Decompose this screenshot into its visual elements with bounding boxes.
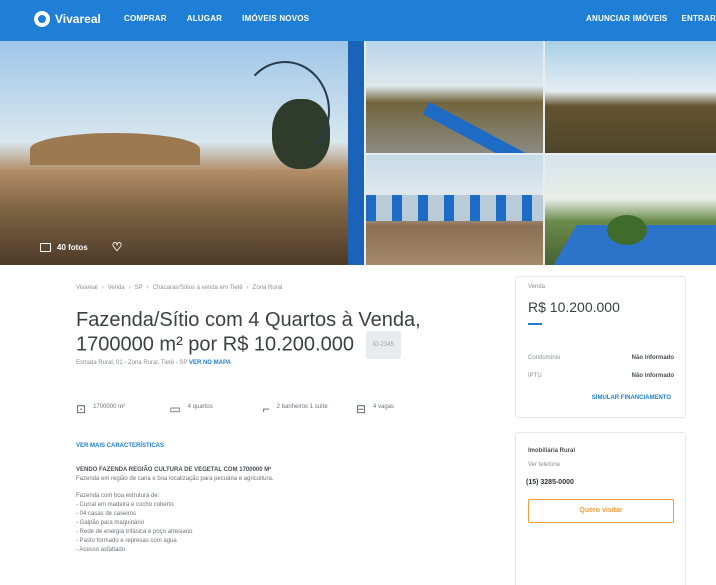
description-line: - Rede de energia trifásica e poço artes…: [76, 529, 193, 535]
description: VENDO FAZENDA REGIÃO CULTURA DE VEGETAL …: [76, 466, 376, 555]
breadcrumb-item[interactable]: Vivareal: [76, 285, 98, 291]
map-link[interactable]: VER NO MAPA: [189, 360, 231, 366]
gallery-thumb-2[interactable]: [545, 41, 716, 153]
description-line: - Curral em madeira e cocho coberto: [76, 502, 174, 508]
more-details-link[interactable]: VER MAIS CARACTERÍSTICAS: [76, 443, 164, 449]
description-line: - Acesso asfaltado: [76, 547, 126, 553]
visit-button[interactable]: Quero visitar: [528, 499, 674, 523]
photo-gallery[interactable]: 40 fotos ♡: [0, 41, 716, 265]
main-photo[interactable]: [0, 41, 348, 265]
railing-shape: [422, 101, 536, 153]
price-row-value: Não informado: [631, 373, 674, 379]
breadcrumb: Vivareal › Venda › SP › Chácaras/Sítios à v…: [76, 285, 282, 291]
breadcrumb-sep: ›: [128, 285, 131, 291]
photo-count-button[interactable]: 40 fotos: [57, 243, 88, 252]
feature-area: ⊡ 1700000 m²: [76, 402, 156, 416]
photo-icon: [40, 242, 51, 252]
corral-fence-shape: [366, 195, 543, 221]
price-row-condominio: Condomínio Não informado: [528, 355, 674, 361]
price-value: R$ 10.200.000: [528, 299, 620, 315]
branch-shape: [240, 61, 330, 161]
breadcrumb-item[interactable]: Zona Rural: [253, 285, 283, 291]
nav-comprar[interactable]: COMPRAR: [124, 14, 167, 23]
logo-text: Vivareal: [55, 12, 101, 26]
breadcrumb-item[interactable]: Venda: [108, 285, 125, 291]
address: Estrada Rural, 01 - Zona Rural, Tietê - …: [76, 360, 231, 366]
show-phone-link[interactable]: Ver telefone: [528, 462, 560, 468]
right-nav: ANUNCIAR IMÓVEIS ENTRAR: [586, 14, 716, 23]
description-heading: VENDO FAZENDA REGIÃO CULTURA DE VEGETAL …: [76, 467, 272, 473]
bath-icon: ⌐: [262, 402, 270, 416]
feature-bathrooms: ⌐ 2 banheiros 1 suíte: [262, 402, 343, 416]
gallery-thumb-1[interactable]: [366, 41, 543, 153]
description-line: Fazenda com boa estrutura de:: [76, 493, 160, 499]
breadcrumb-sep: ›: [146, 285, 149, 291]
breadcrumb-sep: ›: [246, 285, 249, 291]
feature-label: 2 banheiros 1 suíte: [276, 404, 328, 410]
feature-bedrooms: ▭ 4 quartos: [169, 402, 249, 416]
hill-shape: [30, 133, 200, 165]
price-row-value: Não informado: [631, 355, 674, 361]
price-type-label: Venda: [528, 284, 546, 290]
breadcrumb-sep: ›: [101, 285, 104, 291]
listing-title-block: Fazenda/Sítio com 4 Quartos à Venda, 170…: [76, 309, 476, 359]
price-row-label: IPTU: [528, 373, 542, 379]
nav-imoveis-novos[interactable]: IMÓVEIS NOVOS: [242, 14, 309, 23]
gallery-thumb-3[interactable]: [366, 155, 543, 265]
features-list: ⊡ 1700000 m² ▭ 4 quartos ⌐ 2 banheiros 1…: [76, 402, 436, 416]
description-line: - 04 casas de caseiros: [76, 511, 137, 517]
bed-icon: ▭: [169, 402, 181, 416]
gallery-thumb-4[interactable]: [545, 155, 716, 265]
description-line: - Galpão para maquinário: [76, 520, 145, 526]
feature-label: 1700000 m²: [93, 404, 126, 410]
phone-number: (15) 3285-0000: [526, 479, 574, 486]
nav-entrar[interactable]: ENTRAR: [681, 14, 716, 23]
feature-label: 4 quartos: [187, 404, 213, 410]
description-line: - Pasto formado e represas com água: [76, 538, 177, 544]
favorite-heart-icon[interactable]: ♡: [112, 240, 123, 254]
bush-shape: [607, 215, 647, 245]
advertiser-name[interactable]: Imobiliária Rural: [528, 448, 575, 454]
address-text: Estrada Rural, 01 - Zona Rural, Tietê - …: [76, 360, 188, 366]
financing-link[interactable]: SIMULAR FINANCIAMENTO: [592, 395, 671, 401]
gallery-controls: 40 fotos ♡: [40, 240, 122, 254]
price-card: Venda R$ 10.200.000 Condomínio Não infor…: [515, 276, 686, 418]
photo-divider-pole: [348, 41, 364, 265]
description-subheading: Fazenda em região de cana e boa localiza…: [76, 476, 274, 482]
logo-icon: [34, 11, 50, 27]
breadcrumb-item[interactable]: Chácaras/Sítios à venda em Tietê: [153, 285, 243, 291]
price-row-iptu: IPTU Não informado: [528, 373, 674, 379]
top-navbar: Vivareal COMPRAR ALUGAR IMÓVEIS NOVOS AN…: [0, 0, 716, 41]
nav-alugar[interactable]: ALUGAR: [187, 14, 222, 23]
nav-anunciar[interactable]: ANUNCIAR IMÓVEIS: [586, 14, 667, 23]
contact-card: Imobiliária Rural Ver telefone (15) 3285…: [515, 432, 686, 585]
area-icon: ⊡: [76, 402, 87, 416]
feature-label: 4 vagas: [373, 404, 395, 410]
breadcrumb-item[interactable]: SP: [135, 285, 143, 291]
price-underline: [528, 323, 542, 325]
feature-parking: ⊟ 4 vagas: [355, 402, 436, 416]
listing-code-badge: ID-2345: [365, 331, 401, 359]
site-logo[interactable]: Vivareal: [34, 11, 101, 27]
price-row-label: Condomínio: [528, 355, 561, 361]
garage-icon: ⊟: [355, 402, 367, 416]
main-nav: COMPRAR ALUGAR IMÓVEIS NOVOS: [124, 14, 309, 23]
